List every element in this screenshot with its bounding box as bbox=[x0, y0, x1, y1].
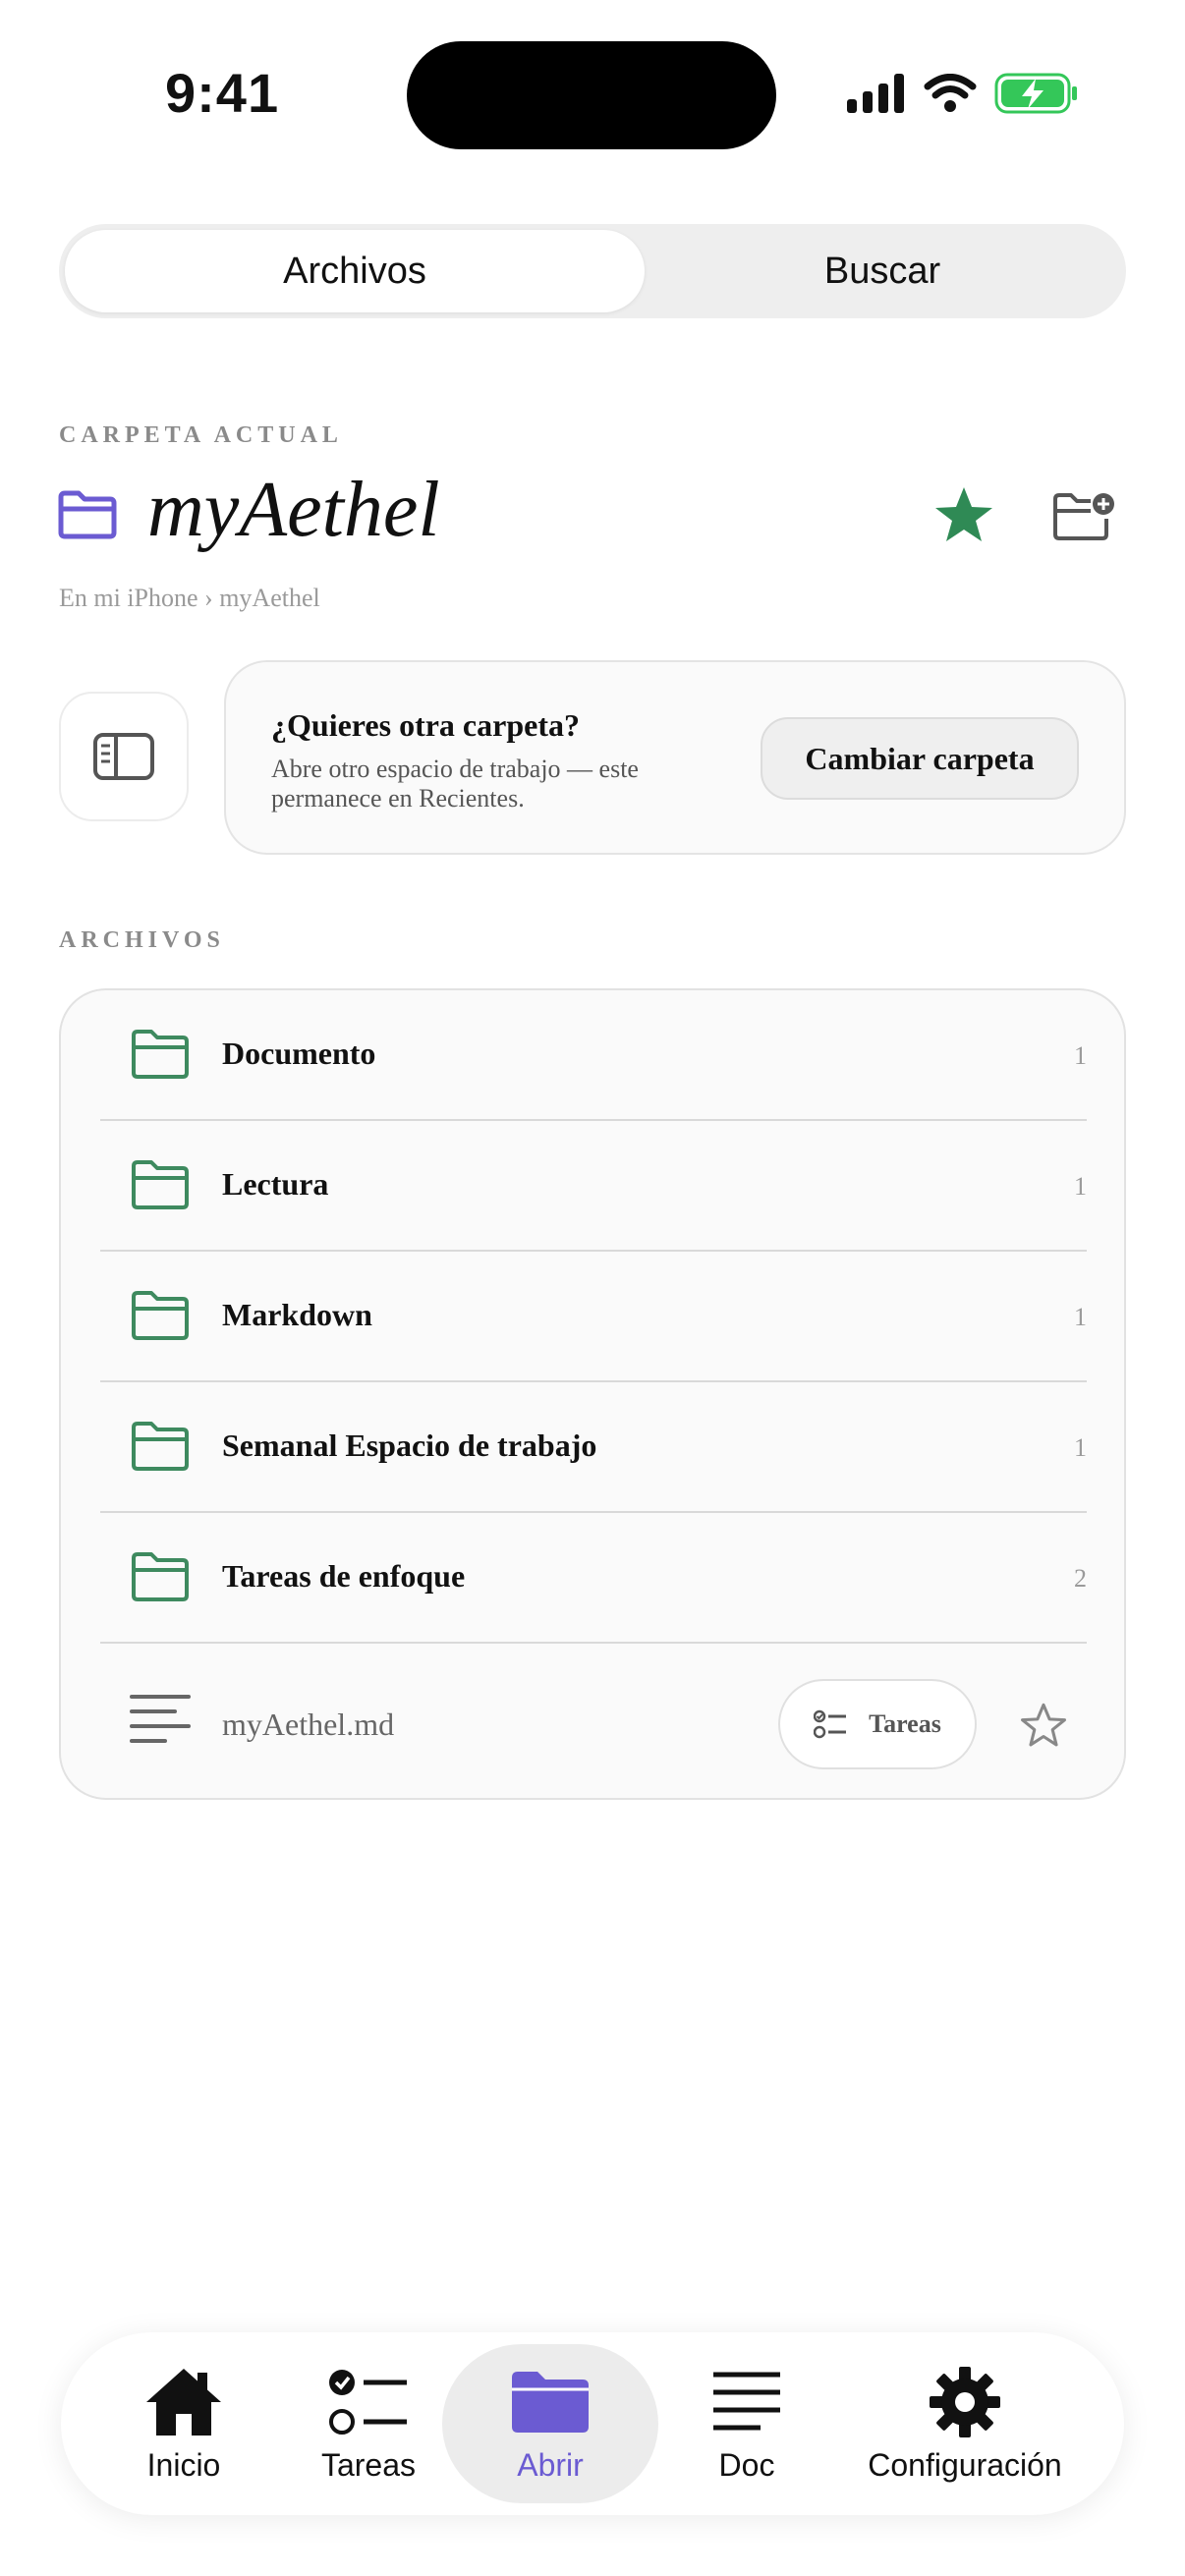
tab-abrir[interactable]: Abrir bbox=[442, 2344, 658, 2503]
file-row-myaethel[interactable]: myAethel.md Tareas bbox=[100, 1644, 1087, 1791]
tab-inicio[interactable]: Inicio bbox=[110, 2332, 257, 2515]
change-folder-card: ¿Quieres otra carpeta? Abre otro espacio… bbox=[224, 660, 1126, 855]
wifi-icon bbox=[924, 74, 977, 112]
folder-row-tareas-de-enfoque[interactable]: Tareas de enfoque 2 bbox=[100, 1513, 1087, 1644]
folder-count: 1 bbox=[1074, 1303, 1087, 1331]
tab-label: Inicio bbox=[146, 2446, 221, 2483]
folder-name: Markdown bbox=[222, 1297, 372, 1332]
text-file-icon bbox=[130, 1695, 191, 1743]
segmented-control: Archivos Buscar bbox=[59, 224, 1126, 318]
tab-configuracion[interactable]: Configuración bbox=[847, 2332, 1083, 2515]
star-outline-icon[interactable] bbox=[1020, 1703, 1067, 1748]
dynamic-island bbox=[407, 41, 776, 149]
page-title: myAethel bbox=[147, 467, 440, 553]
checklist-icon bbox=[814, 1709, 847, 1739]
files-section-label: ARCHIVOS bbox=[59, 927, 225, 953]
tab-label: Configuración bbox=[868, 2446, 1062, 2483]
cellular-signal-icon bbox=[847, 74, 904, 113]
tasks-chip-label: Tareas bbox=[869, 1709, 941, 1738]
status-time: 9:41 bbox=[165, 62, 280, 124]
tab-label: Tareas bbox=[320, 2446, 417, 2483]
tab-tareas[interactable]: Tareas bbox=[295, 2332, 442, 2515]
gear-icon bbox=[930, 2366, 1000, 2437]
folder-icon bbox=[58, 490, 117, 539]
folder-filled-icon bbox=[512, 2371, 589, 2433]
tasks-icon bbox=[329, 2369, 407, 2435]
folder-row-documento[interactable]: Documento 1 bbox=[100, 990, 1087, 1121]
folder-icon bbox=[132, 1030, 189, 1079]
folder-name: Tareas de enfoque bbox=[222, 1558, 466, 1594]
tasks-chip-button[interactable]: Tareas bbox=[778, 1679, 977, 1769]
folder-name: Semanal Espacio de trabajo bbox=[222, 1428, 597, 1463]
folder-row-lectura[interactable]: Lectura 1 bbox=[100, 1121, 1087, 1252]
folder-icon bbox=[132, 1291, 189, 1340]
segment-buscar[interactable]: Buscar bbox=[645, 230, 1120, 312]
folder-count: 1 bbox=[1074, 1433, 1087, 1462]
tab-label: Doc bbox=[718, 2446, 775, 2483]
sidebar-toggle-button[interactable] bbox=[59, 692, 189, 821]
folder-icon bbox=[132, 1422, 189, 1471]
folder-name: Documento bbox=[222, 1036, 376, 1071]
current-folder-label: CARPETA ACTUAL bbox=[59, 422, 343, 448]
change-folder-button[interactable]: Cambiar carpeta bbox=[761, 717, 1079, 800]
files-list: Documento 1 Lectura 1 Markdown 1 Semanal… bbox=[59, 988, 1126, 1800]
new-folder-icon[interactable] bbox=[1051, 489, 1116, 542]
sidebar-icon bbox=[93, 733, 154, 780]
file-name: myAethel.md bbox=[222, 1707, 395, 1742]
folder-count: 2 bbox=[1074, 1564, 1087, 1593]
folder-icon bbox=[132, 1552, 189, 1601]
folder-count: 1 bbox=[1074, 1041, 1087, 1070]
tab-label: Abrir bbox=[517, 2446, 584, 2483]
home-icon bbox=[146, 2368, 221, 2436]
tab-doc[interactable]: Doc bbox=[688, 2332, 806, 2515]
promo-title: ¿Quieres otra carpeta? bbox=[271, 707, 580, 743]
folder-name: Lectura bbox=[222, 1166, 329, 1202]
breadcrumb: En mi iPhone › myAethel bbox=[59, 584, 320, 612]
favorite-star-icon[interactable] bbox=[933, 485, 994, 544]
folder-row-semanal[interactable]: Semanal Espacio de trabajo 1 bbox=[100, 1382, 1087, 1513]
tab-bar: Inicio Tareas Abrir Doc Configuración bbox=[61, 2332, 1124, 2515]
segment-archivos[interactable]: Archivos bbox=[65, 230, 645, 312]
status-icons bbox=[847, 73, 1079, 114]
battery-charging-icon bbox=[994, 73, 1077, 114]
folder-row-markdown[interactable]: Markdown 1 bbox=[100, 1252, 1087, 1382]
document-icon bbox=[713, 2372, 780, 2430]
folder-count: 1 bbox=[1074, 1172, 1087, 1201]
promo-subtitle: Abre otro espacio de trabajo — este perm… bbox=[271, 755, 639, 812]
folder-icon bbox=[132, 1160, 189, 1209]
